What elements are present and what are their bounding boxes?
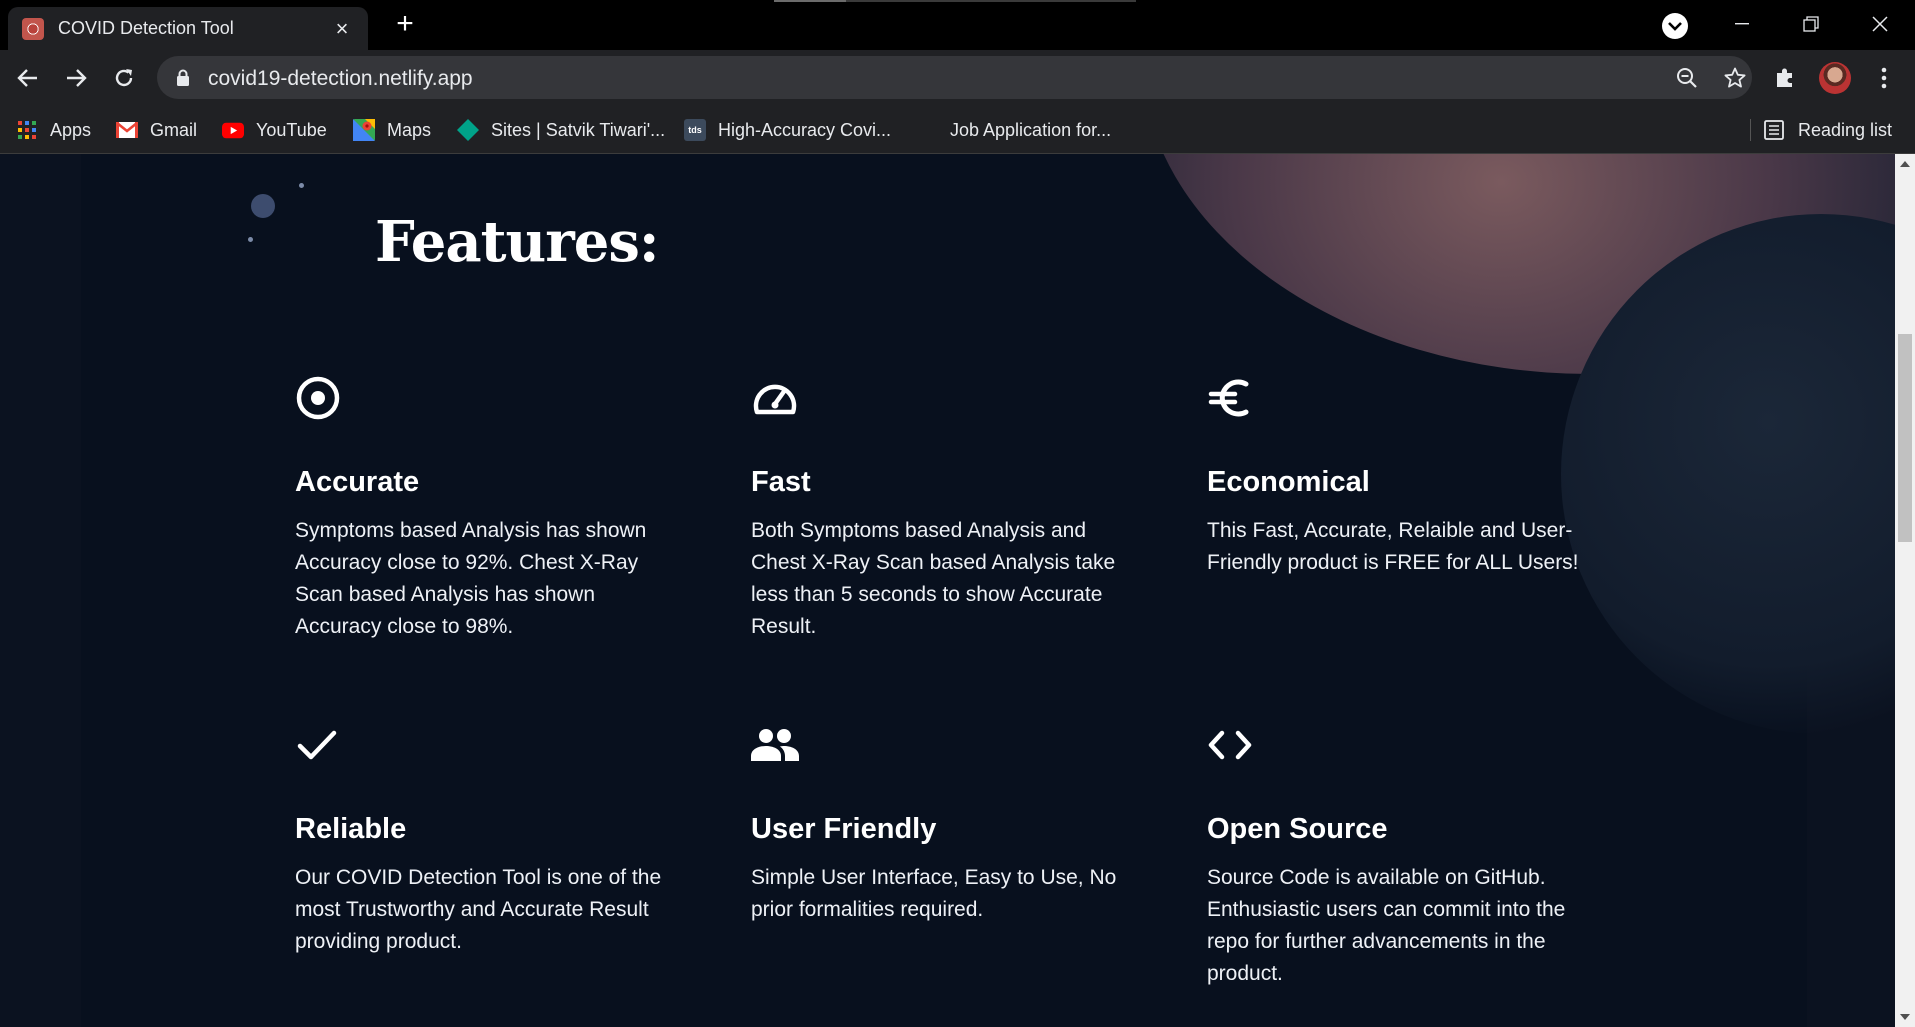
lock-icon[interactable] bbox=[176, 69, 190, 87]
zoom-out-icon bbox=[1677, 68, 1697, 88]
bookmarks-separator bbox=[1750, 119, 1751, 141]
feature-description: Both Symptoms based Analysis and Chest X… bbox=[751, 519, 1116, 638]
bookmark-label: High-Accuracy Covi... bbox=[718, 119, 892, 140]
checkmark-icon bbox=[295, 721, 343, 769]
decorative-dot bbox=[299, 183, 304, 188]
reload-icon bbox=[115, 69, 133, 87]
reload-button[interactable] bbox=[106, 60, 142, 96]
back-button[interactable] bbox=[10, 60, 46, 96]
feature-title: Reliable bbox=[295, 813, 407, 845]
feature-card-open-source: Open Source Source Code is available on … bbox=[1207, 721, 1587, 990]
decorative-dot bbox=[248, 237, 253, 242]
bookmark-gmail[interactable]: Gmail bbox=[116, 117, 197, 143]
arrow-right-icon bbox=[67, 69, 87, 87]
section-title: Features: bbox=[375, 209, 660, 275]
kebab-menu-icon bbox=[1881, 67, 1887, 89]
bookmark-label: Apps bbox=[50, 119, 92, 140]
browser-titlebar: COVID Detection Tool × + bbox=[0, 0, 1915, 50]
feature-card-fast: Fast Both Symptoms based Analysis and Ch… bbox=[751, 374, 1131, 643]
scrollbar-thumb[interactable] bbox=[1898, 334, 1912, 542]
bookmark-label: YouTube bbox=[256, 119, 327, 140]
code-icon bbox=[1207, 721, 1255, 769]
chevron-down-icon bbox=[1668, 22, 1682, 31]
target-icon bbox=[295, 374, 343, 422]
bookmark-label: Maps bbox=[387, 119, 432, 140]
speedometer-icon bbox=[751, 374, 799, 422]
feature-card-user-friendly: User Friendly Simple User Interface, Eas… bbox=[751, 721, 1131, 926]
feature-card-economical: Economical This Fast, Accurate, Relaible… bbox=[1207, 374, 1587, 579]
tab-title: COVID Detection Tool bbox=[58, 18, 234, 38]
menu-button[interactable] bbox=[1868, 62, 1900, 94]
forward-button[interactable] bbox=[58, 60, 94, 96]
restore-icon bbox=[1803, 16, 1819, 32]
feature-title: Accurate bbox=[295, 466, 420, 498]
reading-list-label: Reading list bbox=[1798, 119, 1893, 140]
extensions-button[interactable] bbox=[1769, 62, 1801, 94]
tab-close-icon[interactable]: × bbox=[330, 16, 354, 42]
bookmark-apps[interactable]: Apps bbox=[16, 117, 91, 143]
feature-description: Our COVID Detection Tool is one of the m… bbox=[295, 866, 662, 953]
profile-avatar[interactable] bbox=[1819, 62, 1851, 94]
maps-icon bbox=[353, 119, 375, 141]
bookmark-youtube[interactable]: YouTube bbox=[222, 117, 327, 143]
bookmark-sites[interactable]: Sites | Satvik Tiwari'... bbox=[457, 117, 665, 143]
bookmark-high-accuracy[interactable]: tds High-Accuracy Covi... bbox=[684, 117, 891, 143]
restore-button[interactable] bbox=[1781, 4, 1841, 44]
close-window-button[interactable] bbox=[1850, 4, 1910, 44]
minimize-icon bbox=[1735, 23, 1749, 25]
euro-icon bbox=[1207, 374, 1255, 422]
features-section: Features: Accurate Symptoms based Analys… bbox=[81, 154, 1895, 1027]
reading-list-icon bbox=[1764, 120, 1784, 140]
tab-search-button[interactable] bbox=[1662, 13, 1688, 39]
new-tab-button[interactable]: + bbox=[388, 8, 422, 42]
scroll-down-arrow-icon[interactable] bbox=[1895, 1009, 1915, 1025]
feature-description: Simple User Interface, Easy to Use, No p… bbox=[751, 866, 1117, 921]
page-viewport: Features: Accurate Symptoms based Analys… bbox=[0, 154, 1895, 1027]
gmail-icon bbox=[116, 119, 138, 141]
feature-title: User Friendly bbox=[751, 813, 937, 845]
tds-icon: tds bbox=[684, 119, 706, 141]
sites-icon bbox=[457, 119, 479, 141]
address-bar[interactable]: covid19-detection.netlify.app bbox=[157, 56, 1752, 99]
decorative-dot bbox=[251, 194, 275, 218]
window-drag-indicator-active bbox=[774, 0, 846, 2]
minimize-button[interactable] bbox=[1712, 4, 1772, 44]
feature-description: This Fast, Accurate, Relaible and User-F… bbox=[1207, 519, 1579, 574]
feature-title: Open Source bbox=[1207, 813, 1388, 845]
feature-description: Source Code is available on GitHub. Enth… bbox=[1207, 866, 1566, 985]
feature-card-reliable: Reliable Our COVID Detection Tool is one… bbox=[295, 721, 675, 958]
users-icon bbox=[751, 721, 799, 769]
bookmark-label: Gmail bbox=[150, 119, 198, 140]
bookmark-job-application[interactable]: Job Application for... bbox=[950, 117, 1111, 143]
bookmark-label: Sites | Satvik Tiwari'... bbox=[491, 119, 666, 140]
feature-card-accurate: Accurate Symptoms based Analysis has sho… bbox=[295, 374, 675, 643]
feature-title: Economical bbox=[1207, 466, 1370, 498]
covid-favicon-icon bbox=[22, 17, 44, 40]
apps-grid-icon bbox=[16, 119, 38, 141]
bookmark-label: Job Application for... bbox=[950, 119, 1112, 140]
feature-title: Fast bbox=[751, 466, 811, 498]
feature-description: Symptoms based Analysis has shown Accura… bbox=[295, 519, 647, 638]
youtube-icon bbox=[222, 119, 244, 141]
zoom-button[interactable] bbox=[1673, 64, 1701, 92]
url-text[interactable]: covid19-detection.netlify.app bbox=[208, 67, 473, 91]
scroll-up-arrow-icon[interactable] bbox=[1895, 156, 1915, 172]
puzzle-piece-icon bbox=[1777, 68, 1792, 87]
bookmark-star-button[interactable] bbox=[1721, 64, 1749, 92]
browser-tab[interactable]: COVID Detection Tool × bbox=[8, 7, 368, 50]
reading-list-button[interactable]: Reading list bbox=[1764, 117, 1892, 143]
browser-toolbar: covid19-detection.netlify.app bbox=[0, 50, 1915, 105]
close-icon bbox=[1872, 16, 1888, 32]
bookmarks-bar: Apps Gmail YouTube Maps Sites | Satvik T… bbox=[0, 105, 1915, 154]
vertical-scrollbar[interactable] bbox=[1895, 154, 1915, 1027]
star-icon bbox=[1724, 67, 1746, 88]
arrow-left-icon bbox=[17, 69, 37, 87]
bookmark-maps[interactable]: Maps bbox=[353, 117, 431, 143]
